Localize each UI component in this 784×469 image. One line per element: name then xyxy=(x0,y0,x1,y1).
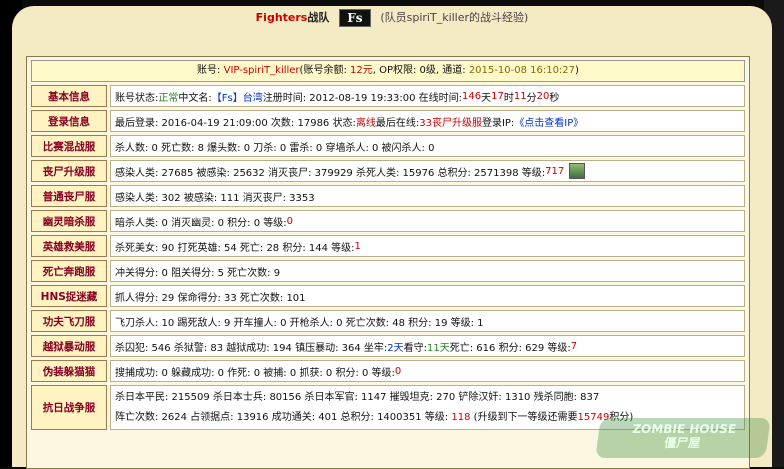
row-death-run: 死亡奔跑服 冲关得分: 0 阻关得分: 5 死亡次数: 9 xyxy=(31,260,745,282)
row-content-death-run: 冲关得分: 0 阻关得分: 5 死亡次数: 9 xyxy=(110,260,745,282)
view-ip-link[interactable]: 《点击查看IP》 xyxy=(514,114,583,129)
last-server: 33丧尸升级服 xyxy=(419,117,482,129)
row-label-basic: 基本信息 xyxy=(31,85,107,107)
row-label-zombie-up: 丧尸升级服 xyxy=(31,160,107,182)
row-content-kungfu: 飞刀杀人: 10 踢死敌人: 9 开车撞人: 0 开枪杀人: 0 死亡次数: 4… xyxy=(110,310,745,332)
stats-rows: 基本信息 账号状态: 正常 中文名: 【Fs】台湾 注册时间: 2012-08-… xyxy=(31,85,745,433)
row-label-zombie-normal: 普通丧尸服 xyxy=(31,185,107,207)
team-logo: Fs xyxy=(338,9,371,27)
row-hns: HNS捉迷藏 抓人得分: 29 保命得分: 33 死亡次数: 101 xyxy=(31,285,745,307)
row-content-jailbreak: 杀囚犯: 546 杀狱警: 83 越狱成功: 194 镇压暴动: 364 坐牢:… xyxy=(110,335,745,357)
row-label-ghost: 幽灵暗杀服 xyxy=(31,210,107,232)
row-melee: 比赛混战服 杀人数: 0 死亡数: 8 爆头数: 0 刀杀: 0 雷杀: 0 穿… xyxy=(31,135,745,157)
row-label-hns: HNS捉迷藏 xyxy=(31,285,107,307)
row-content-melee: 杀人数: 0 死亡数: 8 爆头数: 0 刀杀: 0 雷杀: 0 穿墙杀人: 0… xyxy=(110,135,745,157)
row-label-kungfu: 功夫飞刀服 xyxy=(31,310,107,332)
row-label-war: 抗日战争服 xyxy=(31,385,107,430)
row-login: 登录信息 最后登录: 2016-04-19 21:09:00 次数: 17986… xyxy=(31,110,745,132)
row-content-zombie-normal: 感染人类: 302 被感染: 111 消灭丧尸: 3353 xyxy=(110,185,745,207)
row-label-hero: 英雄救美服 xyxy=(31,235,107,257)
row-content-disguise: 搜捕成功: 0 躲藏成功: 0 作死: 0 被捕: 0 抓获: 0 积分: 0 … xyxy=(110,360,745,382)
row-ghost: 幽灵暗杀服 暗杀人类: 0 消灭幽灵: 0 积分: 0 等级: 0 xyxy=(31,210,745,232)
row-disguise: 伪装躲猫猫 搜捕成功: 0 躲藏成功: 0 作死: 0 被捕: 0 抓获: 0 … xyxy=(31,360,745,382)
row-content-basic: 账号状态: 正常 中文名: 【Fs】台湾 注册时间: 2012-08-19 19… xyxy=(110,85,745,107)
account-status: 正常 xyxy=(158,92,179,104)
row-content-login: 最后登录: 2016-04-19 21:09:00 次数: 17986 状态: … xyxy=(110,110,745,132)
stats-table: 账号: VIP-spiriT_killer(账号余额: 12元, OP权限: 0… xyxy=(26,56,750,469)
row-zombie-up: 丧尸升级服 感染人类: 27685 被感染: 25632 消灭丧尸: 37992… xyxy=(31,160,745,182)
account-name: VIP-spiriT_killer xyxy=(223,65,300,76)
row-content-ghost: 暗杀人类: 0 消灭幽灵: 0 积分: 0 等级: 0 xyxy=(110,210,745,232)
row-hero: 英雄救美服 杀死美女: 90 打死英雄: 54 死亡: 28 积分: 144 等… xyxy=(31,235,745,257)
row-content-zombie-up: 感染人类: 27685 被感染: 25632 消灭丧尸: 379929 杀死人类… xyxy=(110,160,745,182)
row-label-melee: 比赛混战服 xyxy=(31,135,107,157)
site-watermark: ZOMBIE HOUSE 僵尸屋 xyxy=(595,418,771,458)
row-label-login: 登录信息 xyxy=(31,110,107,132)
account-timestamp: 2015-10-08 16:10:27 xyxy=(468,65,576,76)
row-kungfu: 功夫飞刀服 飞刀杀人: 10 踢死敌人: 9 开车撞人: 0 开枪杀人: 0 死… xyxy=(31,310,745,332)
account-balance: 12元 xyxy=(350,65,373,76)
player-note: (队员spiriT_killer的战斗经验) xyxy=(380,11,529,24)
row-zombie-normal: 普通丧尸服 感染人类: 302 被感染: 111 消灭丧尸: 3353 xyxy=(31,185,745,207)
team-name: Fighters xyxy=(255,11,308,24)
row-basic: 基本信息 账号状态: 正常 中文名: 【Fs】台湾 注册时间: 2012-08-… xyxy=(31,85,745,107)
row-content-hns: 抓人得分: 29 保命得分: 33 死亡次数: 101 xyxy=(110,285,745,307)
profile-panel: Fighters战队 Fs (队员spiriT_killer的战斗经验) 账号:… xyxy=(12,6,772,469)
level-avatar xyxy=(569,163,586,179)
war-line-1: 杀日本平民: 215509 杀日本士兵: 80156 杀日本军官: 1147 摧… xyxy=(115,392,600,403)
login-state: 离线 xyxy=(355,117,376,129)
team-word: 战队 xyxy=(307,11,330,24)
row-content-hero: 杀死美女: 90 打死英雄: 54 死亡: 28 积分: 144 等级: 1 xyxy=(110,235,745,257)
chinese-name: 【Fs】台湾 xyxy=(211,92,263,104)
row-label-death-run: 死亡奔跑服 xyxy=(31,260,107,282)
row-jailbreak: 越狱暴动服 杀囚犯: 546 杀狱警: 83 越狱成功: 194 镇压暴动: 3… xyxy=(31,335,745,357)
row-label-jailbreak: 越狱暴动服 xyxy=(31,335,107,357)
row-label-disguise: 伪装躲猫猫 xyxy=(31,360,107,382)
account-bar: 账号: VIP-spiriT_killer(账号余额: 12元, OP权限: 0… xyxy=(31,60,745,82)
panel-header: Fighters战队 Fs (队员spiriT_killer的战斗经验) xyxy=(12,6,772,32)
